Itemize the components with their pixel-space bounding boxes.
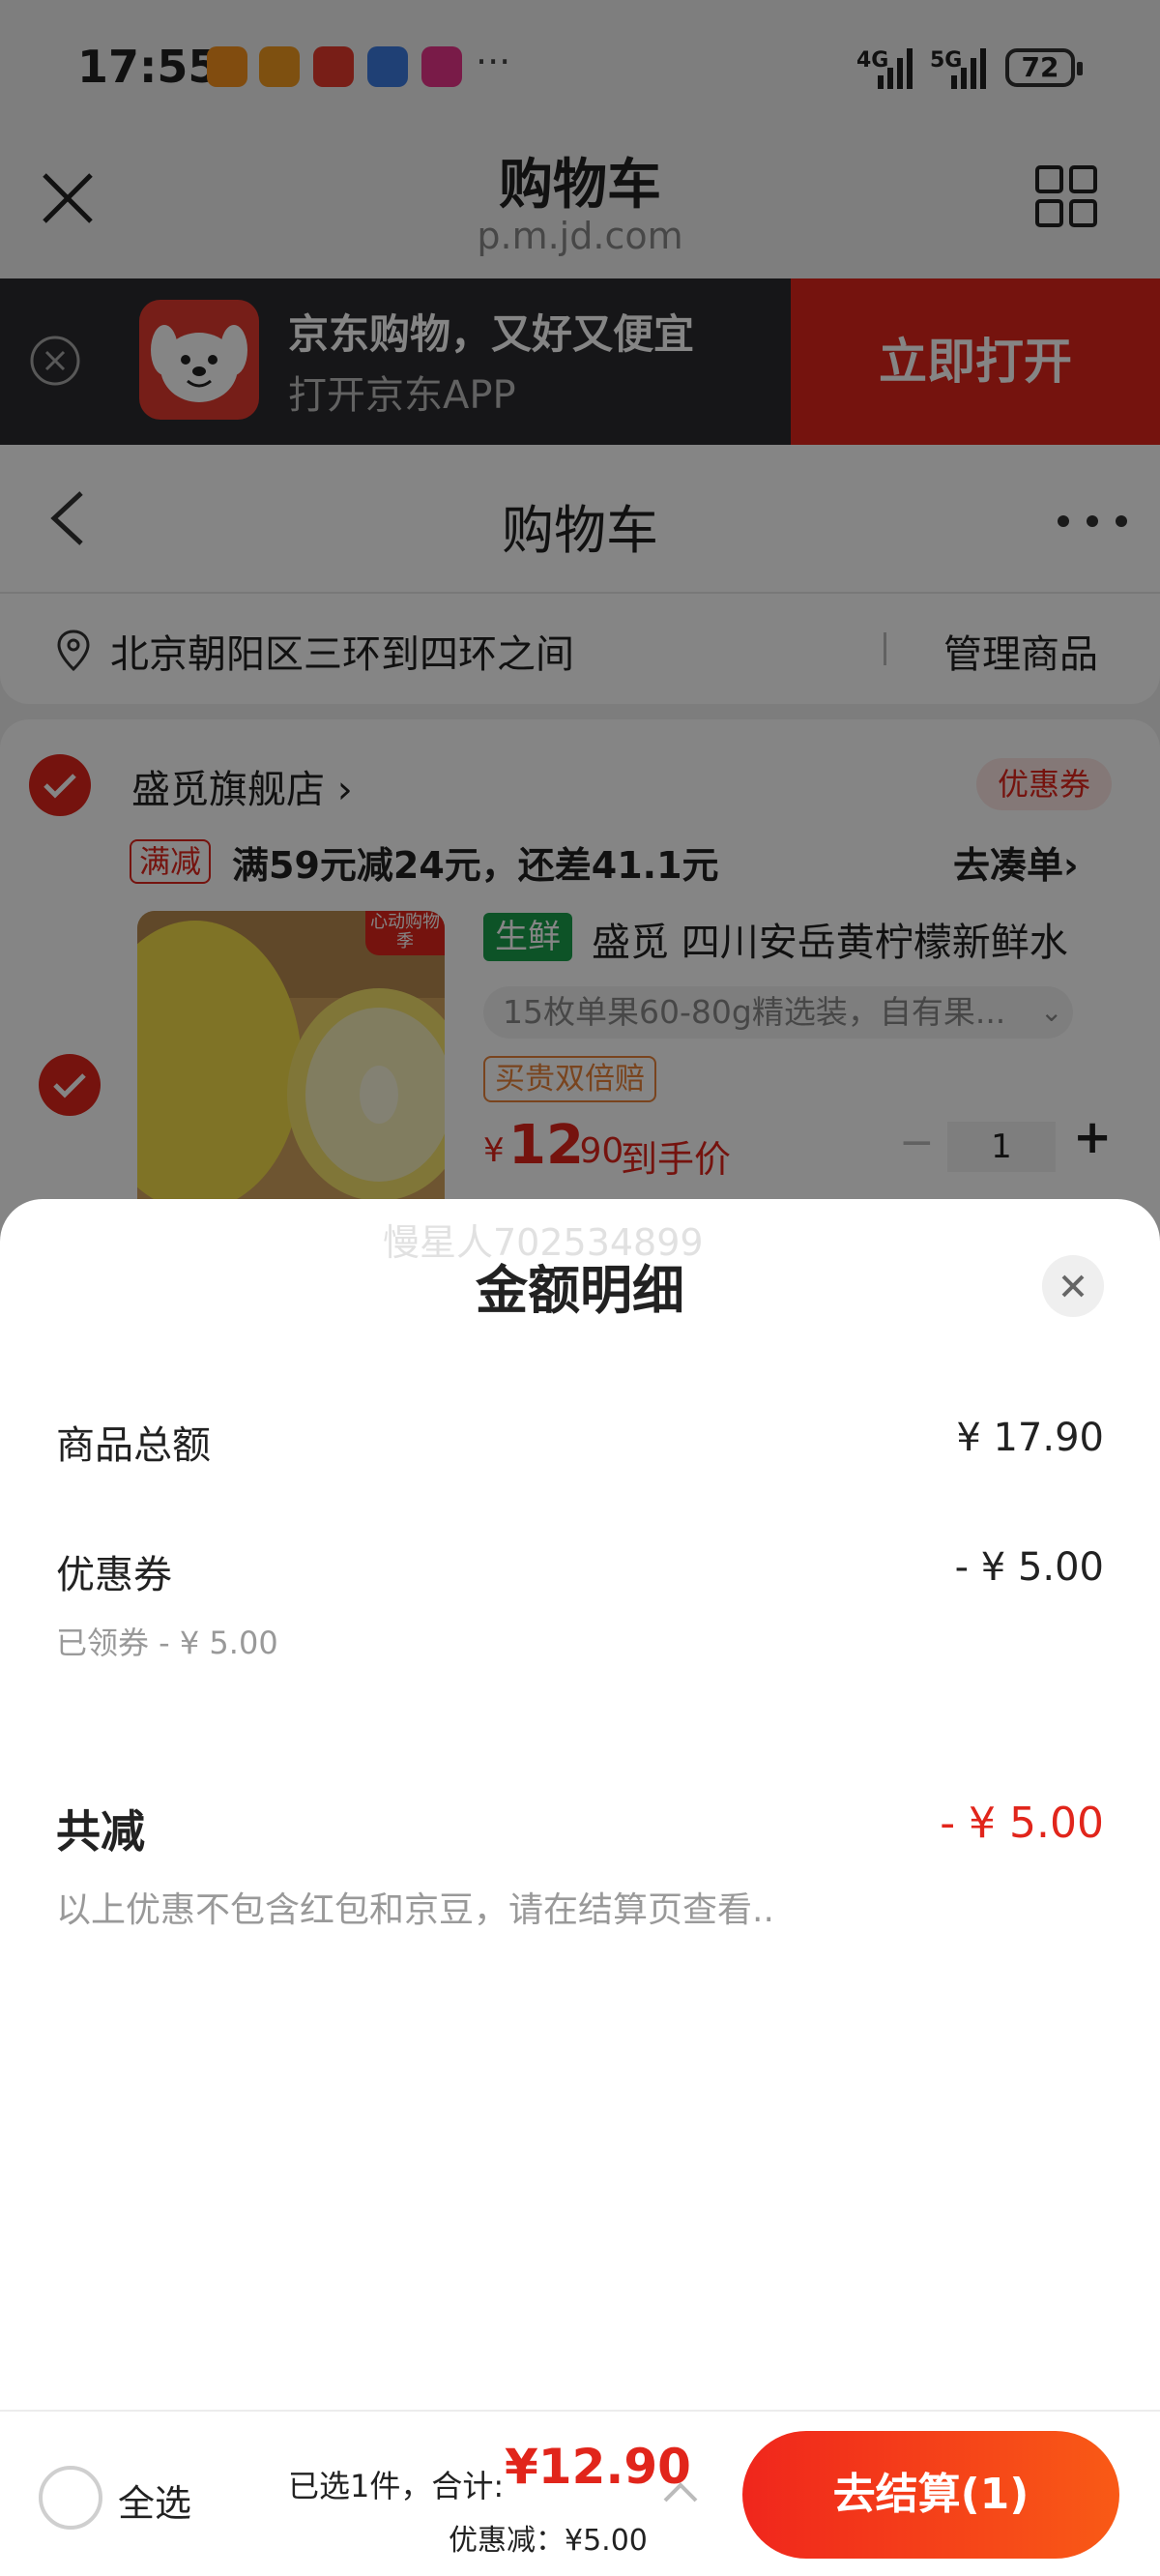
amount-detail-sheet: 慢星人702534899 金额明细 商品总额 ¥ 17.90 优惠券 - ¥ 5… <box>0 1199 1160 2410</box>
coupon-detail: 已领券 - ¥ 5.00 <box>56 1625 278 1661</box>
total-discount-label: 共减 <box>56 1805 145 1858</box>
coupon-label: 优惠券 <box>56 1553 172 1597</box>
goods-total-value: ¥ 17.90 <box>956 1416 1104 1460</box>
discount-summary: 优惠减：¥5.00 <box>449 2524 648 2558</box>
selected-summary: 已选1件，合计: <box>288 2468 505 2504</box>
discount-note: 以上优惠不包含红包和京豆，请在结算页查看.. <box>56 1890 774 1930</box>
coupon-value: - ¥ 5.00 <box>954 1545 1104 1590</box>
goods-total-label: 商品总额 <box>56 1423 211 1468</box>
close-icon <box>1061 1274 1085 1298</box>
total-discount-value: - ¥ 5.00 <box>940 1799 1104 1848</box>
checkout-footer: 全选 已选1件，合计: ¥12.90 优惠减：¥5.00 去结算(1) <box>0 2410 1160 2576</box>
checkout-button[interactable]: 去结算(1) <box>742 2431 1119 2559</box>
sheet-close-button[interactable] <box>1042 1255 1104 1317</box>
sheet-title: 金额明细 <box>476 1260 684 1321</box>
chevron-up-icon[interactable] <box>661 2479 700 2504</box>
select-all-label[interactable]: 全选 <box>118 2474 191 2527</box>
select-all-checkbox[interactable] <box>39 2466 102 2530</box>
